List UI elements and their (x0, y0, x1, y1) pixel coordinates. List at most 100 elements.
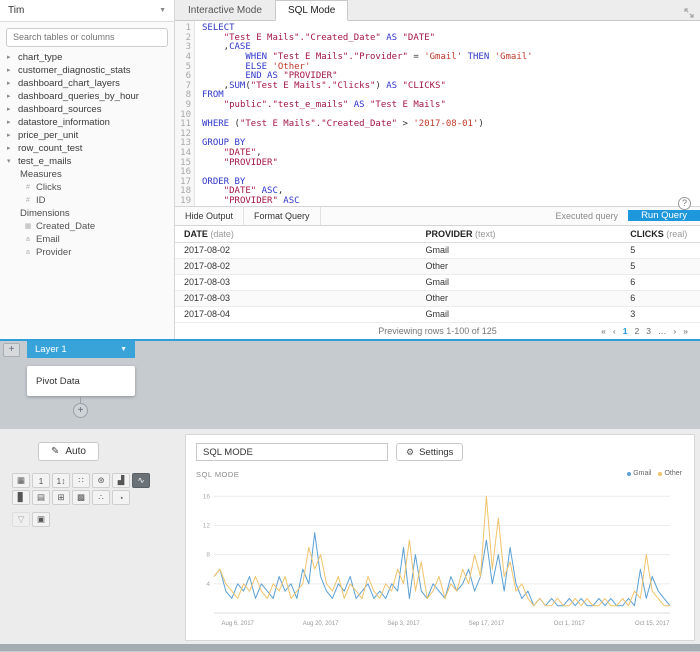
code-line[interactable]: ,SUM("Test E Mails"."Clicks") AS "CLICKS… (202, 82, 700, 92)
format-query-button[interactable]: Format Query (244, 207, 321, 224)
pagination-item-1[interactable]: 1 (623, 326, 628, 336)
chevron-right-icon[interactable]: ▸ (7, 79, 14, 87)
query-panel: Tim ▼ ▸chart_type▸customer_diagnostic_st… (0, 0, 700, 339)
column-header-clicks[interactable]: CLICKS (real) (621, 226, 700, 243)
grid-chart-icon[interactable]: ⊞ (52, 490, 70, 505)
dot-matrix-icon[interactable]: ∷ (72, 473, 90, 488)
chart-title-input[interactable] (196, 443, 388, 461)
single-value-icon[interactable]: 1 (32, 473, 50, 488)
pagination-item-3[interactable]: 3 (646, 326, 651, 336)
tree-field-Email[interactable]: aEmail (0, 233, 174, 246)
chevron-right-icon[interactable]: ▸ (7, 92, 14, 100)
chevron-right-icon[interactable]: ▸ (7, 131, 14, 139)
tree-field-Provider[interactable]: aProvider (0, 246, 174, 259)
tree-table-customer_diagnostic_stats[interactable]: ▸customer_diagnostic_stats (0, 64, 174, 77)
add-layer-button[interactable]: + (3, 343, 20, 357)
table-row[interactable]: 2017-08-04Gmail3 (175, 306, 700, 322)
code-line[interactable] (202, 130, 700, 140)
table-cell: Gmail (417, 242, 622, 258)
search-input[interactable] (6, 28, 168, 47)
chevron-right-icon[interactable]: ▸ (7, 66, 14, 74)
settings-label: Settings (419, 447, 453, 458)
results-footer: Previewing rows 1-100 of 125 «‹123…›» (175, 323, 700, 339)
code-line[interactable]: "PROVIDER" (202, 159, 700, 169)
scatter-icon[interactable]: ∴ (92, 490, 110, 505)
snowflake-icon[interactable]: ⊛ (92, 473, 110, 488)
map-icon[interactable]: ▣ (32, 512, 50, 527)
legend-dot-icon (627, 472, 631, 476)
bar-chart-icon[interactable]: ▊ (12, 490, 30, 505)
table-name: test_e_mails (18, 156, 71, 167)
table-icon[interactable]: ▦ (12, 473, 30, 488)
code-line[interactable]: GROUP BY (202, 139, 700, 149)
layer-tab[interactable]: Layer 1 ▼ (27, 341, 135, 358)
settings-button[interactable]: ⚙ Settings (396, 443, 463, 461)
hide-output-button[interactable]: Hide Output (175, 207, 244, 224)
code-line[interactable]: WHERE ("Test E Mails"."Created_Date" > '… (202, 120, 700, 130)
tree-field-Created_Date[interactable]: ▦Created_Date (0, 220, 174, 233)
tree-table-chart_type[interactable]: ▸chart_type (0, 51, 174, 64)
chevron-right-icon[interactable]: ▸ (7, 144, 14, 152)
code-line[interactable] (202, 168, 700, 178)
auto-button[interactable]: ✎ Auto (38, 442, 99, 461)
table-row[interactable]: 2017-08-03Other6 (175, 290, 700, 306)
pivot-data-label: Pivot Data (36, 376, 80, 387)
line-chart-icon[interactable]: ∿ (132, 473, 150, 488)
field-name: Created_Date (36, 221, 95, 232)
fullscreen-icon[interactable] (684, 5, 694, 23)
chevron-down-icon: ▼ (120, 346, 127, 353)
pagination-item-…[interactable]: … (658, 326, 667, 336)
tree-table-test_e_mails[interactable]: ▾ test_e_mails (0, 155, 174, 168)
chevron-right-icon[interactable]: ▸ (7, 118, 14, 126)
single-value-change-icon[interactable]: 1↕ (52, 473, 70, 488)
filter-icon[interactable]: ▽ (12, 512, 30, 527)
column-header-date[interactable]: DATE (date) (175, 226, 417, 243)
mini-bar-icon[interactable]: ▟ (112, 473, 130, 488)
measure-number-icon: # (24, 184, 32, 191)
chevron-right-icon[interactable]: ▸ (7, 105, 14, 113)
tree-field-Clicks[interactable]: #Clicks (0, 181, 174, 194)
code-line[interactable]: "PROVIDER" ASC (202, 197, 700, 206)
table-name: row_count_test (18, 143, 82, 154)
pivot-data-card[interactable]: Pivot Data (27, 366, 135, 396)
tree-table-dashboard_queries_by_hour[interactable]: ▸dashboard_queries_by_hour (0, 90, 174, 103)
code-line[interactable]: "public"."test_e_mails" AS "Test E Mails… (202, 101, 700, 111)
layers-band: + Layer 1 ▼ Pivot Data + (0, 339, 700, 429)
add-step-button[interactable]: + (73, 403, 88, 418)
tab-interactive-mode[interactable]: Interactive Mode (175, 0, 275, 20)
tree-table-price_per_unit[interactable]: ▸price_per_unit (0, 129, 174, 142)
chevron-down-icon[interactable]: ▾ (7, 157, 14, 165)
code-line[interactable]: "Test E Mails"."Created_Date" AS "DATE" (202, 34, 700, 44)
dimension-text-icon: a (24, 249, 32, 256)
tree-field-ID[interactable]: #ID (0, 194, 174, 207)
results-table: DATE (date)PROVIDER (text)CLICKS (real) … (175, 226, 700, 323)
chevron-right-icon[interactable]: ▸ (7, 53, 14, 61)
column-header-provider[interactable]: PROVIDER (text) (417, 226, 622, 243)
help-icon[interactable]: ? (678, 197, 691, 210)
heatmap-icon[interactable]: ▩ (72, 490, 90, 505)
executed-query-link[interactable]: Executed query (556, 211, 619, 221)
tree-table-datastore_information[interactable]: ▸datastore_information (0, 116, 174, 129)
pagination-item-‹[interactable]: ‹ (613, 326, 616, 336)
pagination-item-›[interactable]: › (673, 326, 676, 336)
run-query-button[interactable]: Run Query (628, 210, 700, 221)
table-row[interactable]: 2017-08-02Other5 (175, 258, 700, 274)
chart-controls: ✎ Auto ▦11↕∷⊛▟∿ ▊▤⊞▩∴◔ ▽▣ (0, 429, 175, 644)
pagination-item-»[interactable]: » (683, 326, 688, 336)
donut-icon[interactable]: ◔ (112, 490, 130, 505)
table-row[interactable]: 2017-08-03Gmail6 (175, 274, 700, 290)
measure-number-icon: # (24, 197, 32, 204)
tree-table-row_count_test[interactable]: ▸ row_count_test (0, 142, 174, 155)
sql-editor[interactable]: 1234567891011121314151617181920 SELECT "… (175, 21, 700, 206)
pagination-item-«[interactable]: « (601, 326, 606, 336)
tab-sql-mode[interactable]: SQL Mode (275, 0, 348, 21)
sql-code[interactable]: SELECT "Test E Mails"."Created_Date" AS … (195, 21, 700, 206)
mode-tabs: Interactive Mode SQL Mode (175, 0, 700, 21)
tree-table-dashboard_sources[interactable]: ▸dashboard_sources (0, 103, 174, 116)
datasource-select[interactable]: Tim ▼ (0, 0, 174, 22)
tree-table-dashboard_chart_layers[interactable]: ▸dashboard_chart_layers (0, 77, 174, 90)
table-row[interactable]: 2017-08-02Gmail5 (175, 242, 700, 258)
stacked-bar-icon[interactable]: ▤ (32, 490, 50, 505)
pagination-item-2[interactable]: 2 (634, 326, 639, 336)
table-cell: 5 (621, 258, 700, 274)
